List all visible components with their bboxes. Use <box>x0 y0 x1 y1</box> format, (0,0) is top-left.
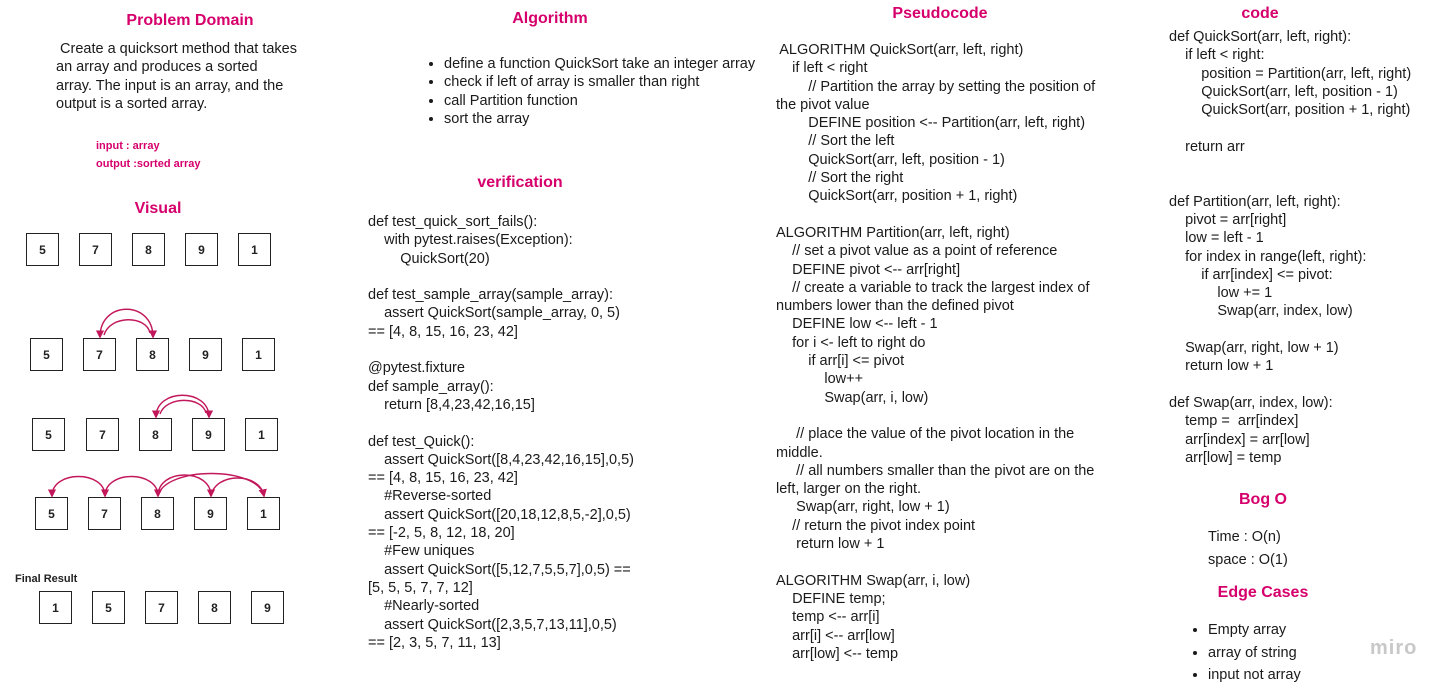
array-cell: 7 <box>145 591 178 624</box>
miro-watermark: miro <box>1370 637 1418 659</box>
algorithm-step: sort the array <box>444 110 756 128</box>
algorithm-steps: define a function QuickSort take an inte… <box>426 55 756 128</box>
array-cell: 8 <box>198 591 231 624</box>
code-heading: code <box>1241 5 1279 22</box>
swap-arrow <box>47 475 110 498</box>
swap-arrow <box>104 475 163 498</box>
swap-arrow <box>159 399 207 415</box>
verification-code: def test_quick_sort_fails(): with pytest… <box>368 214 634 651</box>
algorithm-step: define a function QuickSort take an inte… <box>444 55 756 73</box>
time-complexity: Time : O(n) <box>1208 529 1281 545</box>
algorithm-step: check if left of array is smaller than r… <box>444 73 756 91</box>
final-result-label: Final Result <box>15 573 78 585</box>
space-complexity: space : O(1) <box>1208 552 1288 568</box>
swap-arrow <box>95 308 158 339</box>
pseudocode-heading: Pseudocode <box>892 5 988 22</box>
pseudocode-body: ALGORITHM QuickSort(arr, left, right) if… <box>776 42 1096 662</box>
edge-case-item: input not array <box>1208 664 1390 687</box>
swap-arrows <box>47 308 267 498</box>
array-cell: 9 <box>251 591 284 624</box>
algorithm-step: call Partition function <box>444 92 756 110</box>
algorithm-heading: Algorithm <box>512 10 588 27</box>
edge-case-item: Empty array <box>1208 619 1390 642</box>
big-o-heading: Bog O <box>1239 491 1287 508</box>
code-body: def QuickSort(arr, left, right): if left… <box>1169 29 1412 466</box>
edge-cases-heading: Edge Cases <box>1217 584 1309 601</box>
verification-heading: verification <box>477 174 563 191</box>
swap-arrow <box>103 319 151 336</box>
edge-cases-list: Empty array array of string input not ar… <box>1190 619 1390 687</box>
swap-arrow <box>210 477 265 497</box>
edge-case-item: array of string <box>1208 642 1390 665</box>
array-cell: 5 <box>92 591 125 624</box>
array-cell: 1 <box>39 591 72 624</box>
